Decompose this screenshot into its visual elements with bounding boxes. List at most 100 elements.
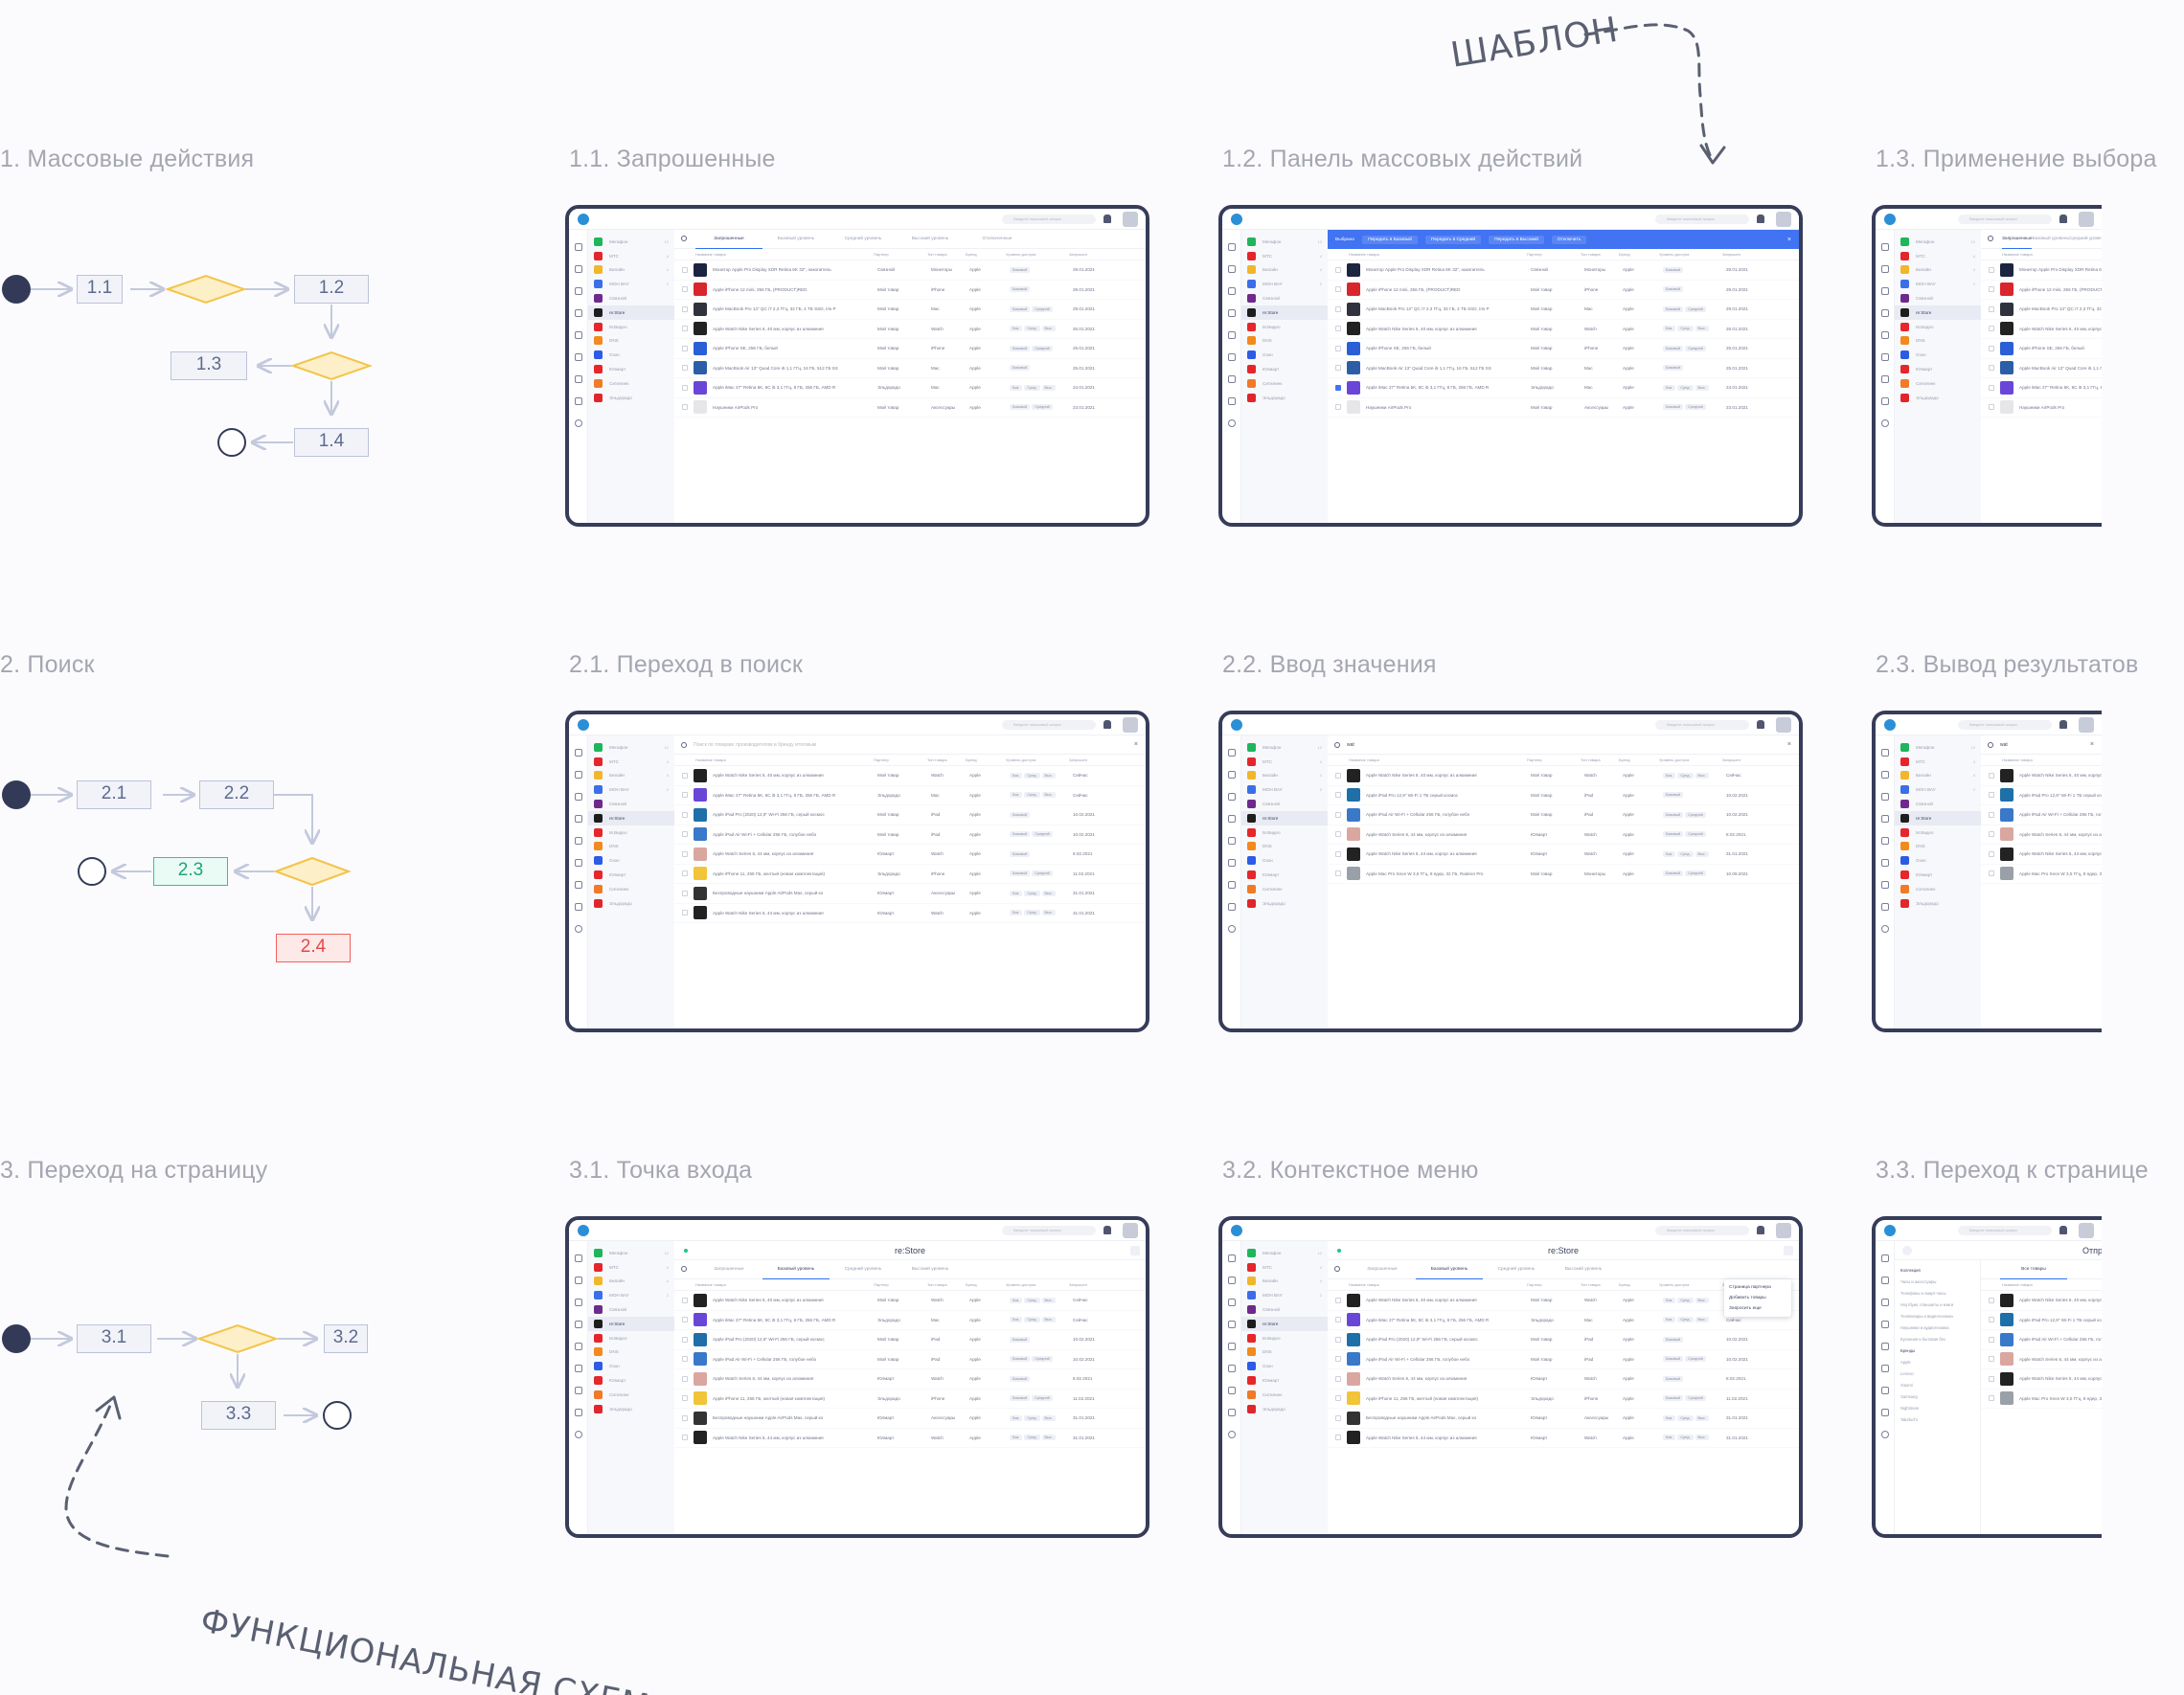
partner-item[interactable]: М.Видео bbox=[1895, 825, 1981, 840]
partner-item[interactable]: Озон bbox=[1895, 853, 1981, 868]
row-checkbox[interactable] bbox=[1989, 404, 1994, 411]
partner-item[interactable]: Эльдорадо bbox=[588, 1402, 674, 1416]
partner-item[interactable]: Ситилинк bbox=[1895, 376, 1981, 391]
users-icon[interactable] bbox=[1881, 1343, 1889, 1350]
table-row[interactable]: Apple iPad Pro 12,9" Wi-Fi 1 ТБ серый ко… bbox=[1328, 786, 1799, 805]
box-icon[interactable] bbox=[1228, 749, 1236, 757]
partner-item[interactable]: М.Видео bbox=[588, 1331, 674, 1345]
users-icon[interactable] bbox=[575, 331, 582, 339]
avatar[interactable] bbox=[1776, 1223, 1791, 1238]
bell-icon[interactable] bbox=[1103, 720, 1111, 729]
chart-icon[interactable] bbox=[1881, 1299, 1889, 1306]
partner-item[interactable]: М.Видео bbox=[1241, 1331, 1328, 1345]
tab-item[interactable]: Средний уровень bbox=[2069, 230, 2102, 249]
partner-item[interactable]: МТС 4 bbox=[1241, 1260, 1328, 1275]
box-icon[interactable] bbox=[575, 265, 582, 273]
partner-item[interactable]: Билайн 4 bbox=[1241, 1275, 1328, 1289]
table-row[interactable]: Наушники AirPods Pro Мой товар Аксессуары A… bbox=[674, 398, 1146, 418]
table-row[interactable]: Apple MacBook Pro 13" QC i7 2,3 ГГц, 32 … bbox=[1981, 300, 2102, 320]
users-icon[interactable] bbox=[575, 837, 582, 845]
search-icon[interactable] bbox=[1228, 397, 1236, 405]
partner-item[interactable]: Билайн 4 bbox=[1241, 769, 1328, 783]
partner-item[interactable]: Билайн 4 bbox=[588, 769, 674, 783]
partner-item[interactable]: DNS bbox=[1895, 334, 1981, 349]
box-icon[interactable] bbox=[575, 749, 582, 757]
gear-icon[interactable] bbox=[575, 925, 582, 933]
partner-item[interactable]: Озон bbox=[588, 1359, 674, 1373]
row-checkbox[interactable] bbox=[1335, 286, 1341, 293]
document-icon[interactable] bbox=[575, 375, 582, 383]
search-icon[interactable] bbox=[681, 1266, 687, 1272]
gear-icon[interactable] bbox=[1228, 419, 1236, 427]
table-row[interactable]: Apple iPad Air Wi-Fi + Cellular 256 ГБ, … bbox=[1328, 1350, 1799, 1369]
row-checkbox[interactable] bbox=[1989, 1297, 1994, 1303]
partner-item[interactable]: М.Видео bbox=[1241, 320, 1328, 334]
avatar[interactable] bbox=[1123, 1223, 1138, 1238]
partner-item[interactable]: Юлмарт bbox=[1241, 362, 1328, 376]
partner-item[interactable]: МОН ВАУ 2 bbox=[1895, 277, 1981, 291]
table-row[interactable]: Apple Watch Nike Series 5, 44 мм, корпус… bbox=[674, 904, 1146, 923]
star-icon[interactable] bbox=[1228, 353, 1236, 361]
table-row[interactable]: Apple iMac 27" Retina 5K, 6C i5 3,1 ГГц,… bbox=[1328, 378, 1799, 398]
partner-item[interactable]: МОН ВАУ 2 bbox=[1241, 1288, 1328, 1302]
tab-item[interactable]: Средний уровень bbox=[1483, 1260, 1550, 1279]
partner-item[interactable]: Мегафон 12 bbox=[1895, 235, 1981, 249]
search-input[interactable]: Поиск по товарам: производителям и бренд… bbox=[694, 742, 816, 748]
table-row[interactable]: Apple iPhone 12 mini, 256 ГБ, (PRODUCT)R… bbox=[1981, 281, 2102, 300]
partner-item[interactable]: Связной bbox=[1895, 291, 1981, 305]
cart-icon[interactable] bbox=[575, 815, 582, 823]
partner-item[interactable]: МТС 4 bbox=[588, 755, 674, 769]
row-checkbox[interactable] bbox=[1335, 404, 1341, 411]
box-icon[interactable] bbox=[1228, 771, 1236, 779]
avatar[interactable] bbox=[1776, 717, 1791, 733]
filter-item[interactable]: Телефоны и смарт-часы bbox=[1900, 1291, 1974, 1302]
partner-item[interactable]: Юлмарт bbox=[1241, 1373, 1328, 1388]
row-checkbox[interactable] bbox=[1989, 1317, 1994, 1323]
table-row[interactable]: Apple iMac 27" Retina 5K, 6C i5 3,1 ГГц,… bbox=[674, 378, 1146, 398]
document-icon[interactable] bbox=[575, 1387, 582, 1394]
table-row[interactable]: Apple MacBook Pro 13" QC i7 2,3 ГГц, 32 … bbox=[674, 300, 1146, 320]
global-search-input[interactable]: Введите поисковый запрос bbox=[1002, 215, 1096, 224]
cart-icon[interactable] bbox=[1881, 1321, 1889, 1328]
filter-item[interactable]: Коллекция bbox=[1900, 1268, 1974, 1279]
row-checkbox[interactable] bbox=[682, 870, 688, 877]
avatar[interactable] bbox=[1776, 212, 1791, 227]
box-icon[interactable] bbox=[1881, 265, 1889, 273]
table-row[interactable]: Монитор Apple Pro Display XDR Retina 6K … bbox=[1328, 260, 1799, 281]
table-row[interactable]: Apple iPhone 12 mini, 256 ГБ, (PRODUCT)R… bbox=[1328, 281, 1799, 300]
users-icon[interactable] bbox=[1881, 331, 1889, 339]
box-icon[interactable] bbox=[575, 1277, 582, 1284]
row-checkbox[interactable] bbox=[682, 1297, 688, 1303]
tab-item[interactable]: Высокий уровень bbox=[897, 1260, 964, 1279]
search-icon[interactable] bbox=[1881, 903, 1889, 911]
chart-icon[interactable] bbox=[1228, 1299, 1236, 1306]
table-row[interactable]: Apple iPhone 11, 256 ГБ, желтый (новая к… bbox=[674, 865, 1146, 884]
search-icon[interactable] bbox=[575, 903, 582, 911]
row-checkbox[interactable] bbox=[682, 365, 688, 372]
gear-icon[interactable] bbox=[1881, 925, 1889, 933]
table-row[interactable]: Apple iPhone 11, 256 ГБ, желтый (новая к… bbox=[674, 1390, 1146, 1409]
chart-icon[interactable] bbox=[1881, 287, 1889, 295]
bulk-action-button[interactable]: Отключить bbox=[1551, 235, 1587, 244]
tab-item[interactable]: Запрошенные bbox=[695, 230, 762, 249]
global-search-input[interactable]: Введите поисковый запрос bbox=[1655, 215, 1749, 224]
table-row[interactable]: Apple Watch Series 6, 44 мм, корпус из а… bbox=[674, 1369, 1146, 1390]
row-checkbox[interactable] bbox=[682, 1375, 688, 1382]
row-checkbox[interactable] bbox=[1989, 1356, 1994, 1363]
partner-item[interactable]: МОН ВАУ 2 bbox=[588, 782, 674, 797]
row-checkbox[interactable] bbox=[682, 305, 688, 312]
star-icon[interactable] bbox=[1228, 859, 1236, 867]
row-checkbox[interactable] bbox=[1335, 266, 1341, 273]
close-icon[interactable]: × bbox=[1134, 735, 1138, 755]
close-icon[interactable]: × bbox=[1787, 237, 1791, 243]
partner-item[interactable]: Эльдорадо bbox=[588, 391, 674, 405]
partner-item[interactable]: Билайн 4 bbox=[588, 263, 674, 278]
partner-item[interactable]: Билайн 4 bbox=[588, 1275, 674, 1289]
row-checkbox[interactable] bbox=[682, 910, 688, 916]
row-checkbox[interactable] bbox=[682, 286, 688, 293]
row-checkbox[interactable] bbox=[1335, 1435, 1341, 1441]
filter-item[interactable]: Часы и аксессуары bbox=[1900, 1279, 1974, 1291]
document-icon[interactable] bbox=[1228, 1387, 1236, 1394]
table-row[interactable]: Apple iPhone SE, 256 ГБ, белый Мой товар i… bbox=[674, 339, 1146, 359]
document-icon[interactable] bbox=[1881, 375, 1889, 383]
